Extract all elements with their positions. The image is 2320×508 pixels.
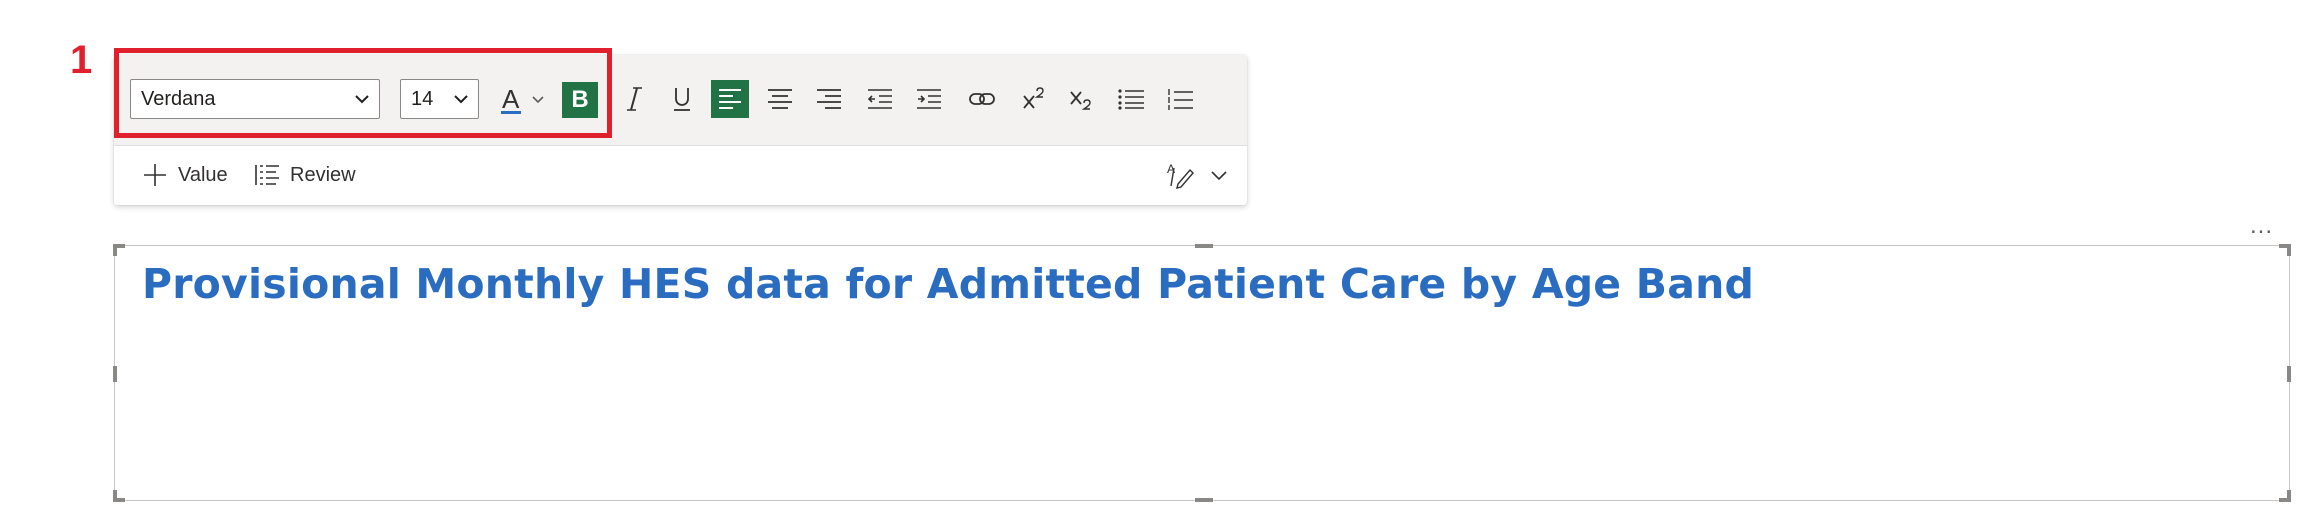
numbered-list-icon — [1168, 89, 1193, 110]
align-right-icon — [817, 89, 841, 109]
chevron-down-icon — [1211, 171, 1227, 181]
font-color-button[interactable]: A — [490, 78, 556, 120]
resize-handle-bottom-left[interactable] — [113, 490, 117, 502]
review-label: Review — [290, 163, 356, 186]
decrease-indent-button[interactable] — [859, 78, 901, 120]
superscript-icon — [1023, 87, 1044, 109]
decrease-indent-icon — [867, 89, 892, 109]
plus-icon — [144, 164, 166, 186]
chevron-down-icon — [454, 95, 468, 104]
link-icon — [969, 93, 995, 105]
underline-icon — [674, 88, 690, 111]
align-left-icon — [719, 89, 741, 109]
resize-handle-top-right[interactable] — [2287, 244, 2291, 256]
chevron-down-icon — [355, 95, 369, 104]
font-size-dropdown[interactable]: 14 — [400, 79, 479, 119]
subscript-button[interactable] — [1060, 78, 1102, 120]
increase-indent-button[interactable] — [908, 78, 950, 120]
add-value-label: Value — [178, 163, 228, 186]
format-row: Verdana 14 A B — [114, 55, 1247, 146]
font-color-underline — [501, 111, 521, 114]
more-options-icon[interactable]: ... — [2250, 212, 2273, 240]
font-family-dropdown[interactable]: Verdana — [130, 79, 380, 119]
subscript-icon — [1070, 91, 1091, 110]
bold-icon: B — [571, 86, 589, 113]
font-size-value: 14 — [411, 87, 434, 110]
callout-number: 1 — [70, 38, 93, 82]
bulleted-list-icon — [1118, 89, 1144, 110]
italic-icon — [627, 87, 642, 111]
align-left-button[interactable] — [711, 80, 749, 118]
textbox-visual[interactable]: Provisional Monthly HES data for Admitte… — [113, 244, 2291, 502]
text-style-menu-button[interactable]: A — [1166, 145, 1238, 205]
review-list-icon — [255, 165, 279, 185]
add-value-button[interactable]: Value — [142, 145, 228, 205]
superscript-button[interactable] — [1012, 78, 1054, 120]
italic-button[interactable] — [614, 78, 656, 120]
text-format-toolbar: Verdana 14 A B Value Review A — [114, 55, 1247, 205]
text-style-icon: A — [1167, 162, 1194, 189]
bold-button[interactable]: B — [562, 82, 598, 118]
visual-title-text[interactable]: Provisional Monthly HES data for Admitte… — [142, 260, 1754, 308]
align-right-button[interactable] — [808, 78, 850, 120]
numbered-list-button[interactable] — [1159, 78, 1201, 120]
resize-handle-top-left[interactable] — [113, 244, 117, 256]
resize-handle-bottom[interactable] — [1195, 498, 1213, 502]
insert-link-button[interactable] — [961, 78, 1003, 120]
increase-indent-icon — [917, 89, 941, 109]
align-center-icon — [768, 89, 792, 109]
chevron-down-icon — [532, 96, 544, 104]
align-center-button[interactable] — [759, 78, 801, 120]
resize-handle-top[interactable] — [1195, 244, 1213, 248]
resize-handle-right[interactable] — [2287, 366, 2291, 382]
insert-row: Value Review A — [114, 145, 1247, 205]
review-button[interactable]: Review — [254, 145, 356, 205]
resize-handle-left[interactable] — [113, 366, 117, 382]
resize-handle-bottom-right[interactable] — [2287, 490, 2291, 502]
font-family-value: Verdana — [141, 87, 216, 110]
underline-button[interactable] — [661, 78, 703, 120]
font-color-icon: A — [501, 84, 523, 114]
bulleted-list-button[interactable] — [1110, 78, 1152, 120]
